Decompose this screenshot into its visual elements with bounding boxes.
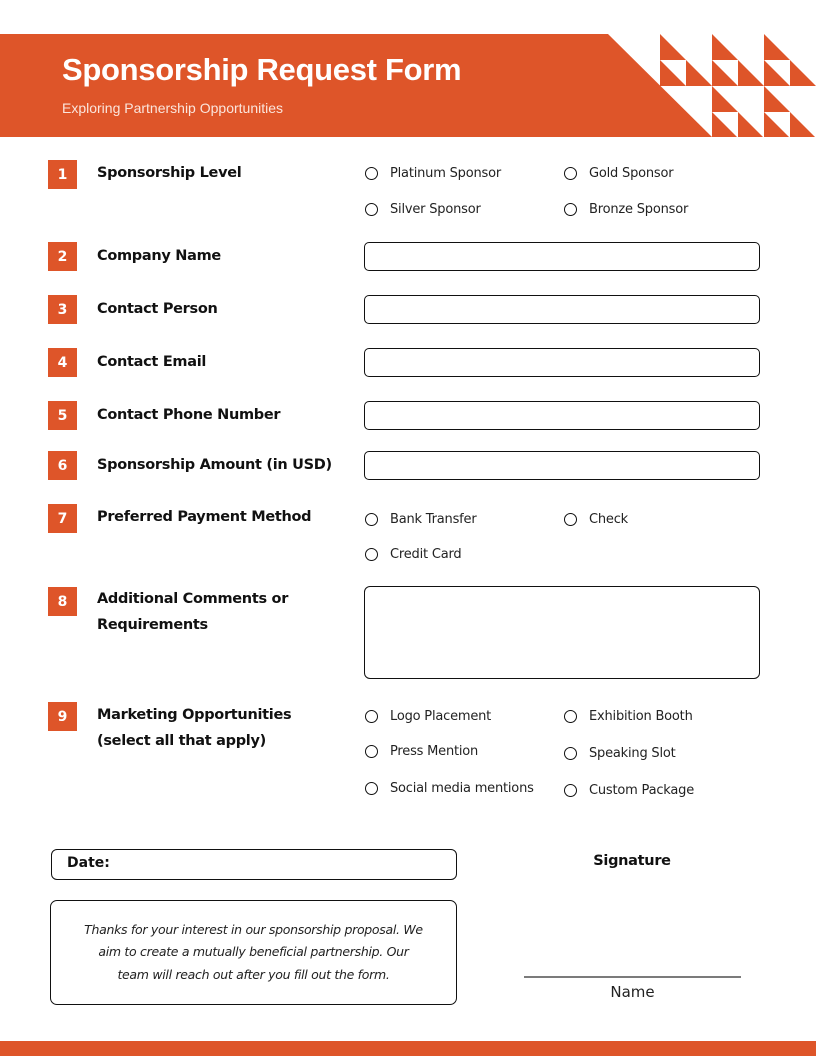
question-label-contact-email: Contact Email [97,354,207,370]
question-label-additional-comments: Additional Comments or Requirements [97,586,288,638]
additional-comments-textarea[interactable] [364,586,760,679]
question-label-payment-method: Preferred Payment Method [97,509,312,525]
question-number-badge: 6 [48,451,77,480]
sponsorship-amount-input[interactable] [364,451,760,480]
option-label: Platinum Sponsor [390,166,501,181]
question-number-badge: 7 [48,504,77,533]
decor-triangle [660,60,686,86]
question-label-marketing-opportunities: Marketing Opportunities (select all that… [97,702,292,754]
label-line: (select all that apply) [97,733,266,749]
decor-triangle [660,34,686,60]
decor-triangle [712,86,738,112]
question-number-badge: 2 [48,242,77,271]
question-label-sponsorship-level: Sponsorship Level [97,165,242,181]
note-line: aim to create a mutually beneficial part… [98,944,409,960]
option-custom-package[interactable]: Custom Package [564,783,694,798]
question-label-contact-phone: Contact Phone Number [97,407,281,423]
option-label: Bank Transfer [390,512,477,527]
company-name-input[interactable] [364,242,760,271]
radio-circle-icon [365,513,378,526]
checkbox-circle-icon [365,782,378,795]
radio-bronze-sponsor[interactable]: Bronze Sponsor [564,202,688,217]
radio-bank-transfer[interactable]: Bank Transfer [365,512,477,527]
checkbox-circle-icon [564,710,577,723]
radio-circle-icon [564,167,577,180]
option-label: Gold Sponsor [589,166,674,181]
checkbox-circle-icon [564,784,577,797]
option-label: Silver Sponsor [390,202,481,217]
footer-bar [0,1041,816,1056]
label-line: Additional Comments or [97,591,289,607]
decor-triangle [764,34,790,60]
radio-silver-sponsor[interactable]: Silver Sponsor [365,202,481,217]
option-exhibition-booth[interactable]: Exhibition Booth [564,709,693,724]
option-label: Speaking Slot [589,746,676,761]
option-speaking-slot[interactable]: Speaking Slot [564,746,676,761]
radio-circle-icon [365,167,378,180]
label-line: Marketing Opportunities [97,707,292,723]
checkbox-circle-icon [365,745,378,758]
option-label: Bronze Sponsor [589,202,689,217]
option-label: Custom Package [589,783,695,798]
decor-triangle [712,112,737,137]
option-press-mention[interactable]: Press Mention [365,744,478,759]
page-subtitle: Exploring Partnership Opportunities [62,100,284,116]
signature-label: Signature [593,853,671,869]
date-field[interactable]: Date: [51,849,457,880]
question-label-company-name: Company Name [97,248,221,264]
note-line: Thanks for your interest in our sponsors… [84,921,423,937]
option-logo-placement[interactable]: Logo Placement [365,709,491,724]
question-number-badge: 1 [48,160,77,189]
option-social-media-mentions[interactable]: Social media mentions [365,781,534,796]
note-text: Thanks for your interest in our sponsors… [84,919,423,987]
decor-triangle [686,60,712,86]
checkbox-circle-icon [365,710,378,723]
option-label: Credit Card [390,547,462,562]
signature-line[interactable] [524,976,741,978]
question-label-sponsorship-amount: Sponsorship Amount (in USD) [97,457,332,473]
note-line: team will reach out after you fill out t… [117,966,390,982]
question-number-badge: 8 [48,587,77,616]
thank-you-note: Thanks for your interest in our sponsors… [50,900,457,1005]
radio-circle-icon [564,203,577,216]
decor-triangle [764,60,790,86]
decor-triangle [712,60,738,86]
contact-phone-input[interactable] [364,401,760,430]
question-label-contact-person: Contact Person [97,301,218,317]
radio-circle-icon [365,203,378,216]
question-number-badge: 4 [48,348,77,377]
decor-triangle [712,34,738,60]
name-label: Name [610,983,655,1001]
decor-triangle [764,86,790,112]
decor-triangle [790,112,815,137]
radio-circle-icon [564,513,577,526]
date-label: Date: [67,855,110,871]
checkbox-circle-icon [564,747,577,760]
contact-person-input[interactable] [364,295,760,324]
radio-gold-sponsor[interactable]: Gold Sponsor [564,166,674,181]
radio-circle-icon [365,548,378,561]
decor-triangle [738,112,763,137]
question-number-badge: 3 [48,295,77,324]
contact-email-input[interactable] [364,348,760,377]
option-label: Logo Placement [390,709,492,724]
decor-triangle [790,60,816,86]
decor-triangle [764,112,789,137]
label-line: Requirements [97,617,208,633]
radio-credit-card[interactable]: Credit Card [365,547,462,562]
question-number-badge: 5 [48,401,77,430]
option-label: Check [589,512,628,527]
question-number-badge: 9 [48,702,77,731]
page-title: Sponsorship Request Form [62,52,462,87]
option-label: Exhibition Booth [589,709,693,724]
option-label: Social media mentions [390,781,534,796]
option-label: Press Mention [390,744,479,759]
radio-platinum-sponsor[interactable]: Platinum Sponsor [365,166,501,181]
decor-triangle [738,60,764,86]
radio-check[interactable]: Check [564,512,628,527]
